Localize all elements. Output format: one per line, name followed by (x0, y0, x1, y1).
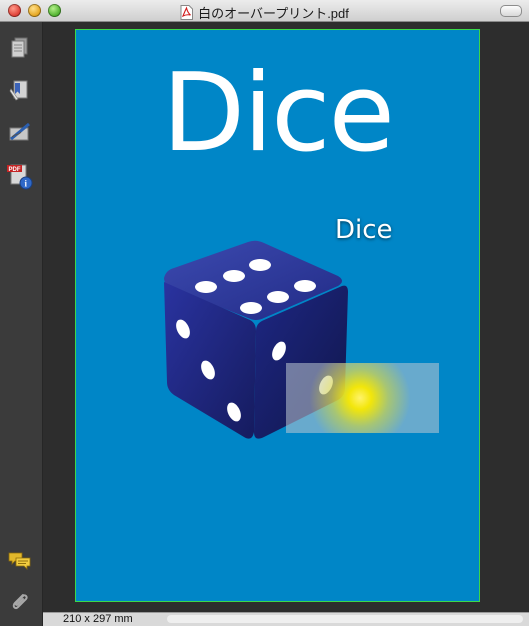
sidebar: PDF i (0, 22, 43, 626)
window-title-area: 白のオーバープリント.pdf (0, 3, 529, 23)
window-title: 白のオーバープリント.pdf (198, 6, 349, 21)
bookmarks-icon[interactable] (7, 77, 33, 103)
pdf-file-icon (180, 5, 194, 23)
comments-icon[interactable] (7, 548, 33, 574)
document-viewer[interactable]: Dice Dice (43, 22, 529, 612)
page-size-label: 210 x 297 mm (63, 613, 133, 625)
svg-text:PDF: PDF (9, 167, 21, 173)
page-heading: Dice (162, 51, 395, 176)
overprint-highlight (286, 363, 439, 433)
window-titlebar: 白のオーバープリント.pdf (0, 0, 529, 22)
pages-icon[interactable] (7, 35, 33, 61)
horizontal-scrollbar[interactable] (167, 615, 523, 623)
toolbar-toggle-button[interactable] (500, 5, 522, 17)
glow-spot (300, 363, 420, 433)
pdf-page: Dice Dice (75, 29, 480, 602)
status-bar: 210 x 297 mm (43, 612, 529, 626)
document-info-icon[interactable]: PDF i (7, 161, 33, 190)
attachments-icon[interactable] (7, 589, 33, 615)
signatures-icon[interactable] (7, 120, 33, 146)
